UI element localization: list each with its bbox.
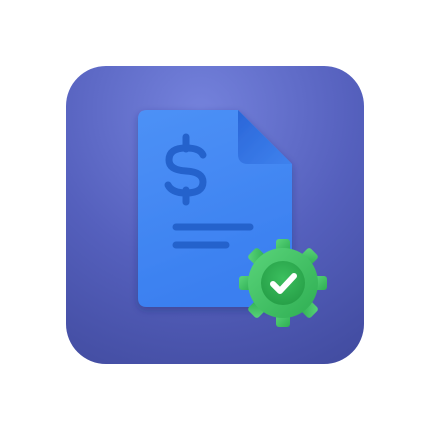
invoice-approved-icon	[66, 66, 364, 364]
gear-center	[261, 261, 305, 305]
gear-check-icon	[239, 239, 327, 327]
app-icon-canvas	[0, 0, 430, 430]
